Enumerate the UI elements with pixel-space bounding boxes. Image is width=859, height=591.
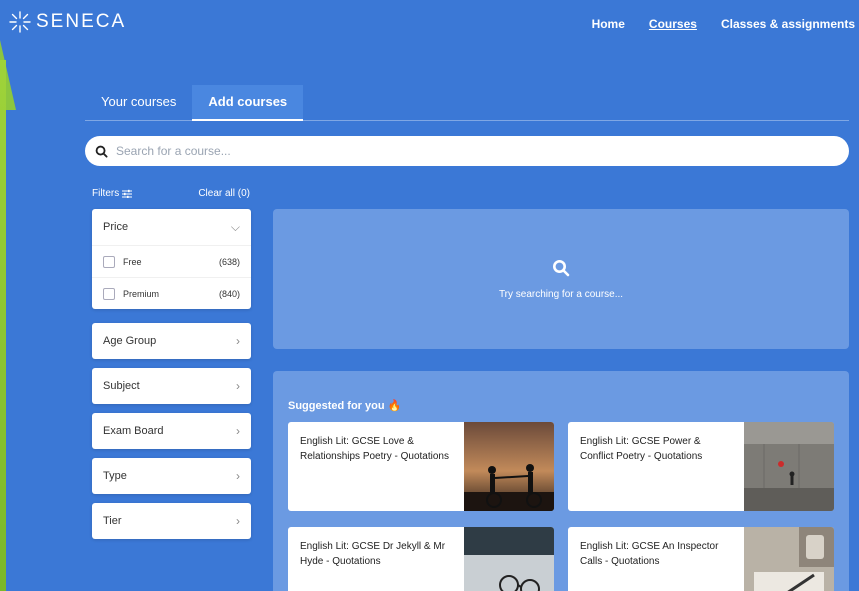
filter-option-free[interactable]: Free (638) xyxy=(92,245,251,277)
filter-price-header[interactable]: Price ⌵ xyxy=(92,209,251,245)
search-input[interactable] xyxy=(116,144,716,158)
filter-age-group[interactable]: Age Group › xyxy=(92,323,251,359)
option-count: (638) xyxy=(218,256,240,267)
course-card-image xyxy=(744,527,834,591)
course-card-title: English Lit: GCSE Dr Jekyll & Mr Hyde - … xyxy=(300,541,446,567)
course-card-image xyxy=(464,527,554,591)
sliders-icon xyxy=(122,189,133,198)
checkbox-free[interactable] xyxy=(103,255,115,268)
filter-title: Exam Board xyxy=(103,425,164,437)
filter-type-header[interactable]: Type › xyxy=(92,458,251,494)
option-label: Free xyxy=(123,256,142,267)
filter-option-premium[interactable]: Premium (840) xyxy=(92,277,251,309)
filter-type[interactable]: Type › xyxy=(92,458,251,494)
course-card[interactable]: English Lit: GCSE An Inspector Calls - Q… xyxy=(568,527,834,591)
filters-label-group: Filters xyxy=(92,188,133,199)
logo[interactable]: SENECA xyxy=(8,10,126,34)
main-nav: Home Courses Classes & assignments xyxy=(592,17,855,31)
chevron-right-icon: › xyxy=(236,334,240,348)
filter-exam-board[interactable]: Exam Board › xyxy=(92,413,251,449)
search-icon xyxy=(553,259,570,276)
course-tabs: Your courses Add courses xyxy=(85,85,849,121)
tab-add-courses[interactable]: Add courses xyxy=(192,85,304,121)
nav-courses[interactable]: Courses xyxy=(649,17,697,31)
checkbox-premium[interactable] xyxy=(103,287,115,300)
filters-header: Filters Clear all (0) xyxy=(92,188,250,199)
chevron-right-icon: › xyxy=(236,424,240,438)
course-card-image xyxy=(464,422,554,511)
decorative-stripe xyxy=(0,60,6,591)
suggested-panel: Suggested for you 🔥 English Lit: GCSE Lo… xyxy=(273,371,849,591)
empty-state-text: Try searching for a course... xyxy=(498,288,624,300)
filter-subject[interactable]: Subject › xyxy=(92,368,251,404)
nav-home[interactable]: Home xyxy=(592,17,625,31)
filter-title: Subject xyxy=(103,380,140,392)
suggested-title: Suggested for you 🔥 xyxy=(288,400,402,412)
filter-age-group-header[interactable]: Age Group › xyxy=(92,323,251,359)
chevron-right-icon: › xyxy=(236,379,240,393)
search-bar xyxy=(85,136,849,166)
course-card-title: English Lit: GCSE An Inspector Calls - Q… xyxy=(580,541,719,567)
filters-label: Filters xyxy=(92,188,120,199)
filter-title: Type xyxy=(103,470,127,482)
filter-title: Age Group xyxy=(103,335,157,347)
option-label: Premium xyxy=(123,288,160,299)
filter-exam-board-header[interactable]: Exam Board › xyxy=(92,413,251,449)
filter-price: Price ⌵ Free (638) Premium (840) xyxy=(92,209,251,309)
course-card-title: English Lit: GCSE Love & Relationships P… xyxy=(300,436,449,462)
top-bar: SENECA Home Courses Classes & assignment… xyxy=(0,0,859,50)
seneca-logo-icon xyxy=(9,11,31,33)
clear-all-button[interactable]: Clear all (0) xyxy=(198,188,250,199)
chevron-right-icon: › xyxy=(236,469,240,483)
course-card-image xyxy=(744,422,834,511)
search-icon xyxy=(95,145,108,158)
course-card[interactable]: English Lit: GCSE Dr Jekyll & Mr Hyde - … xyxy=(288,527,554,591)
course-card[interactable]: English Lit: GCSE Love & Relationships P… xyxy=(288,422,554,511)
chevron-right-icon: › xyxy=(236,514,240,528)
brand-name: SENECA xyxy=(36,11,127,32)
filter-title: Tier xyxy=(103,515,122,527)
filter-subject-header[interactable]: Subject › xyxy=(92,368,251,404)
tab-your-courses[interactable]: Your courses xyxy=(85,85,192,121)
course-card[interactable]: English Lit: GCSE Power & Conflict Poetr… xyxy=(568,422,834,511)
filter-tier-header[interactable]: Tier › xyxy=(92,503,251,539)
filter-price-title: Price xyxy=(103,221,129,233)
course-card-title: English Lit: GCSE Power & Conflict Poetr… xyxy=(580,436,703,462)
nav-classes[interactable]: Classes & assignments xyxy=(721,17,855,31)
filter-tier[interactable]: Tier › xyxy=(92,503,251,539)
search-empty-state: Try searching for a course... xyxy=(273,209,849,349)
chevron-down-icon: ⌵ xyxy=(230,220,240,234)
option-count: (840) xyxy=(218,288,240,299)
